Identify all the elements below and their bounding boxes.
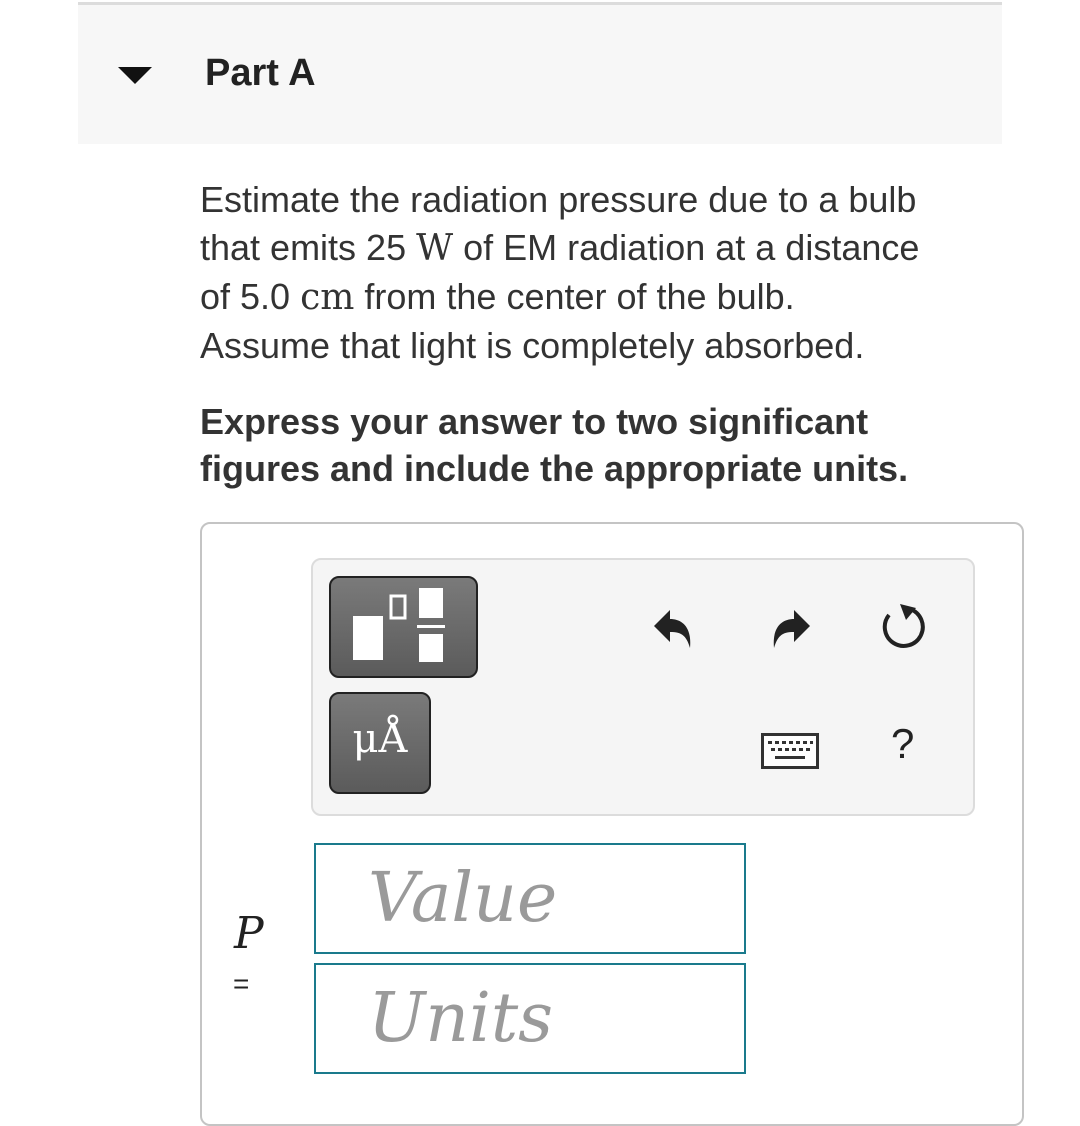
question-text: Estimate the radiation pressure due to a… [200, 176, 1020, 370]
question-text-fragment: that emits 25 [200, 227, 417, 268]
answer-instruction: Express your answer to two significant f… [200, 398, 1020, 492]
keyboard-icon[interactable] [761, 733, 819, 769]
units-icon: μÅ [352, 716, 408, 762]
value-input[interactable] [314, 843, 746, 954]
units-button[interactable]: μÅ [329, 692, 431, 794]
help-icon[interactable]: ? [891, 720, 914, 768]
distance-unit: cm [300, 277, 355, 318]
answer-variable: P [234, 908, 264, 959]
templates-button[interactable] [329, 576, 478, 678]
reset-icon[interactable] [876, 600, 930, 654]
instruction-line-2: figures and include the appropriate unit… [200, 448, 909, 489]
units-input[interactable] [314, 963, 746, 1074]
question-text-fragment: of EM radiation at a distance [453, 227, 920, 268]
part-title: Part A [205, 52, 316, 94]
undo-icon[interactable] [650, 602, 700, 652]
equals-sign: = [233, 968, 250, 999]
power-unit: W [416, 228, 454, 269]
instruction-line-1: Express your answer to two significant [200, 401, 869, 442]
question-line-3: of 5.0 cm from the center of the bulb. [200, 273, 1020, 322]
collapse-caret-icon[interactable] [118, 67, 152, 84]
question-text-fragment: from the center of the bulb. [354, 276, 795, 317]
question-text-fragment: of 5.0 [200, 276, 301, 317]
redo-icon[interactable] [764, 602, 814, 652]
templates-icon [353, 588, 445, 662]
question-line-4: Assume that light is completely absorbed… [200, 325, 865, 366]
question-line-2: that emits 25 W of EM radiation at a dis… [200, 224, 1020, 273]
question-line-1: Estimate the radiation pressure due to a… [200, 179, 917, 220]
